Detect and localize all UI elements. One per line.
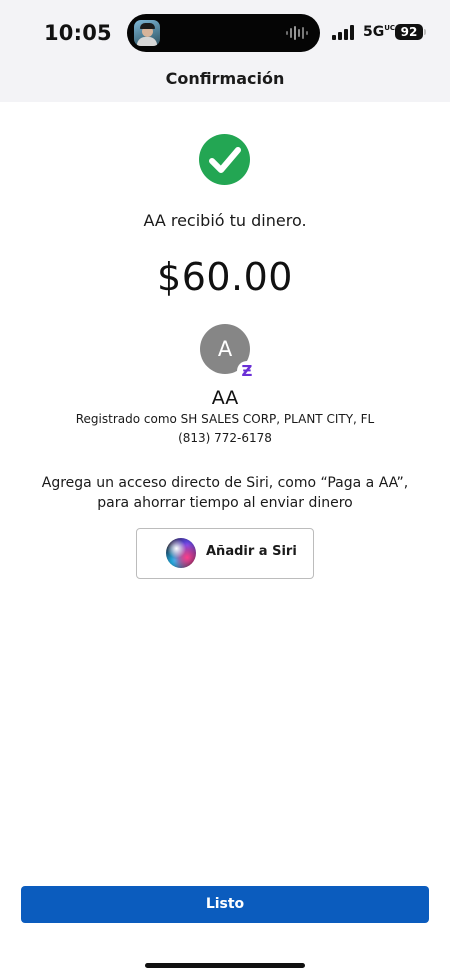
status-time: 10:05 (44, 21, 112, 45)
add-to-siri-label: Añadir a Siri (206, 544, 297, 559)
battery-cap (424, 29, 426, 35)
battery-level: 92 (400, 25, 418, 39)
siri-icon (166, 538, 196, 568)
page-title: Confirmación (165, 69, 285, 88)
done-button[interactable]: Listo (21, 886, 429, 923)
audio-waveform-icon (286, 26, 308, 40)
network-type-label: 5GUC (363, 24, 396, 40)
add-to-siri-button[interactable]: Añadir a Siri (136, 528, 314, 579)
network-suffix: UC (384, 24, 396, 32)
recipient-phone: (813) 772-6178 (178, 431, 272, 445)
recipient-name: AA (211, 387, 239, 409)
siri-shortcut-message: Agrega un acceso directo de Siri, como “… (41, 475, 409, 511)
profile-picture-icon (134, 20, 160, 46)
payment-amount: $60.00 (157, 255, 293, 299)
home-indicator[interactable] (145, 963, 305, 968)
dynamic-island[interactable] (127, 14, 320, 52)
confirmation-message: AA recibió tu dinero. (143, 211, 307, 230)
success-checkmark-icon (199, 134, 250, 185)
cash-app-badge-icon: Ƶ (237, 361, 257, 381)
cellular-signal-icon (332, 25, 354, 40)
battery-icon: 92 (395, 24, 423, 40)
recipient-registration: Registrado como SH SALES CORP, PLANT CIT… (75, 412, 375, 426)
status-bar: 10:05 5GUC 92 (0, 0, 450, 66)
